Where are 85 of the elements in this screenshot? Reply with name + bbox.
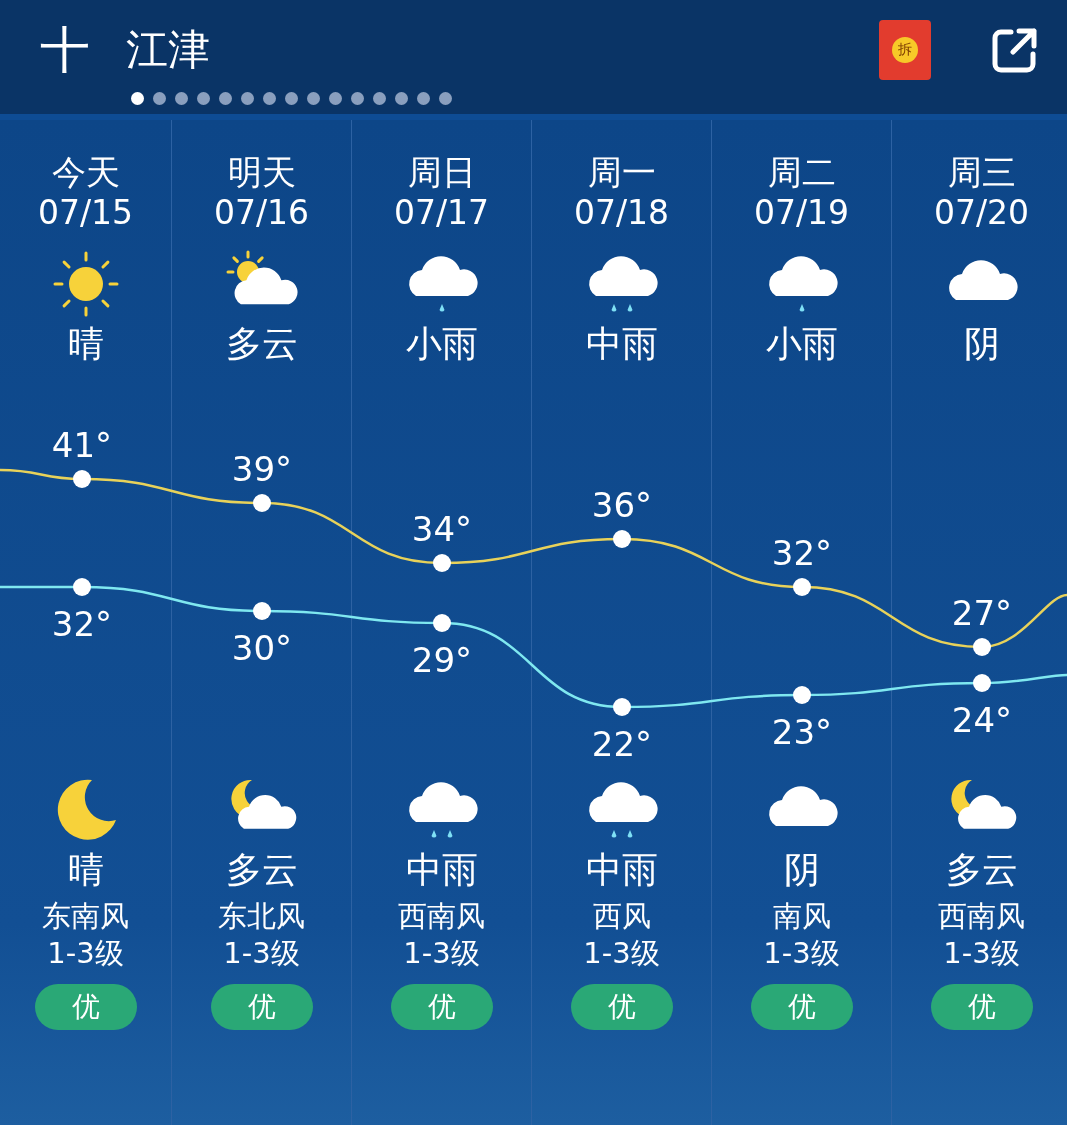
temperature-point [973, 674, 991, 692]
wind-level: 1-3级 [943, 935, 1020, 971]
day-weather: 阴 [963, 322, 1000, 366]
temperature-label: 27° [951, 593, 1013, 633]
page-dot[interactable] [395, 92, 408, 105]
wind-direction: 西南风 [938, 898, 1025, 934]
air-quality-badge: 优 [34, 984, 137, 1031]
wind-direction: 东南风 [42, 898, 129, 934]
day-weather: 中雨 [585, 322, 658, 366]
temperature-label: 34° [411, 509, 473, 549]
day-name: 周日 [407, 152, 476, 193]
day-weather: 多云 [225, 322, 298, 366]
page-dot[interactable] [439, 92, 452, 105]
temperature-label: 36° [591, 485, 653, 525]
day-weather: 小雨 [405, 322, 478, 366]
temperature-label: 32° [771, 533, 833, 573]
temperature-label: 24° [951, 700, 1013, 740]
date: 07/15 [37, 192, 134, 233]
air-quality-badge: 优 [390, 984, 493, 1031]
day-weather: 晴 [67, 322, 104, 366]
temperature-label: 22° [591, 724, 653, 764]
temperature-point [793, 578, 811, 596]
wind-level: 1-3级 [583, 935, 660, 971]
air-quality-badge: 优 [750, 984, 853, 1031]
air-quality-badge: 优 [930, 984, 1033, 1031]
temperature-point [253, 602, 271, 620]
temperature-label: 30° [231, 628, 293, 668]
temperature-point [973, 638, 991, 656]
temperature-label: 29° [411, 640, 473, 680]
page-dot[interactable] [131, 92, 144, 105]
day-name: 明天 [227, 152, 296, 193]
night-weather: 中雨 [585, 847, 658, 891]
page-dot[interactable] [197, 92, 210, 105]
wind-direction: 西风 [592, 898, 651, 934]
temperature-point [613, 530, 631, 548]
city-name: 江津 [126, 24, 211, 76]
date: 07/20 [933, 192, 1030, 233]
temperature-point [793, 686, 811, 704]
date: 07/17 [393, 192, 490, 233]
page-dot[interactable] [219, 92, 232, 105]
wind-direction: 西南风 [398, 898, 485, 934]
day-name: 今天 [51, 152, 120, 193]
air-quality-badge: 优 [570, 984, 673, 1031]
page-dot[interactable] [153, 92, 166, 105]
day-weather: 小雨 [765, 322, 838, 366]
night-weather: 晴 [67, 847, 104, 891]
day-name: 周二 [767, 152, 836, 193]
temperature-label: 39° [231, 449, 293, 489]
air-quality-badge: 优 [210, 984, 313, 1031]
envelope-button[interactable]: 拆 [879, 20, 931, 80]
page-dot[interactable] [307, 92, 320, 105]
page-dot[interactable] [329, 92, 342, 105]
date: 07/16 [213, 192, 310, 233]
wind-level: 1-3级 [223, 935, 300, 971]
temperature-point [613, 698, 631, 716]
date: 07/18 [573, 192, 670, 233]
page-dot[interactable] [285, 92, 298, 105]
page-dot[interactable] [417, 92, 430, 105]
day-name: 周一 [587, 152, 656, 193]
temperature-point [73, 578, 91, 596]
page-dot[interactable] [175, 92, 188, 105]
page-dot[interactable] [373, 92, 386, 105]
night-weather: 多云 [945, 847, 1018, 891]
wind-direction: 东北风 [218, 898, 305, 934]
date: 07/19 [753, 192, 850, 233]
wind-level: 1-3级 [763, 935, 840, 971]
temperature-label: 32° [51, 604, 113, 644]
add-button[interactable]: 十 [40, 25, 90, 75]
temperature-label: 41° [51, 425, 113, 465]
share-icon[interactable] [991, 26, 1039, 74]
temperature-point [73, 470, 91, 488]
temperature-label: 23° [771, 712, 833, 752]
temperature-point [433, 554, 451, 572]
night-weather: 阴 [783, 847, 820, 891]
wind-level: 1-3级 [47, 935, 124, 971]
page-dot[interactable] [263, 92, 276, 105]
temperature-point [253, 494, 271, 512]
night-weather: 多云 [225, 847, 298, 891]
wind-direction: 南风 [772, 898, 831, 934]
wind-level: 1-3级 [403, 935, 480, 971]
temperature-point [433, 614, 451, 632]
day-name: 周三 [947, 152, 1016, 193]
night-weather: 中雨 [405, 847, 478, 891]
page-dot[interactable] [241, 92, 254, 105]
page-dot[interactable] [351, 92, 364, 105]
